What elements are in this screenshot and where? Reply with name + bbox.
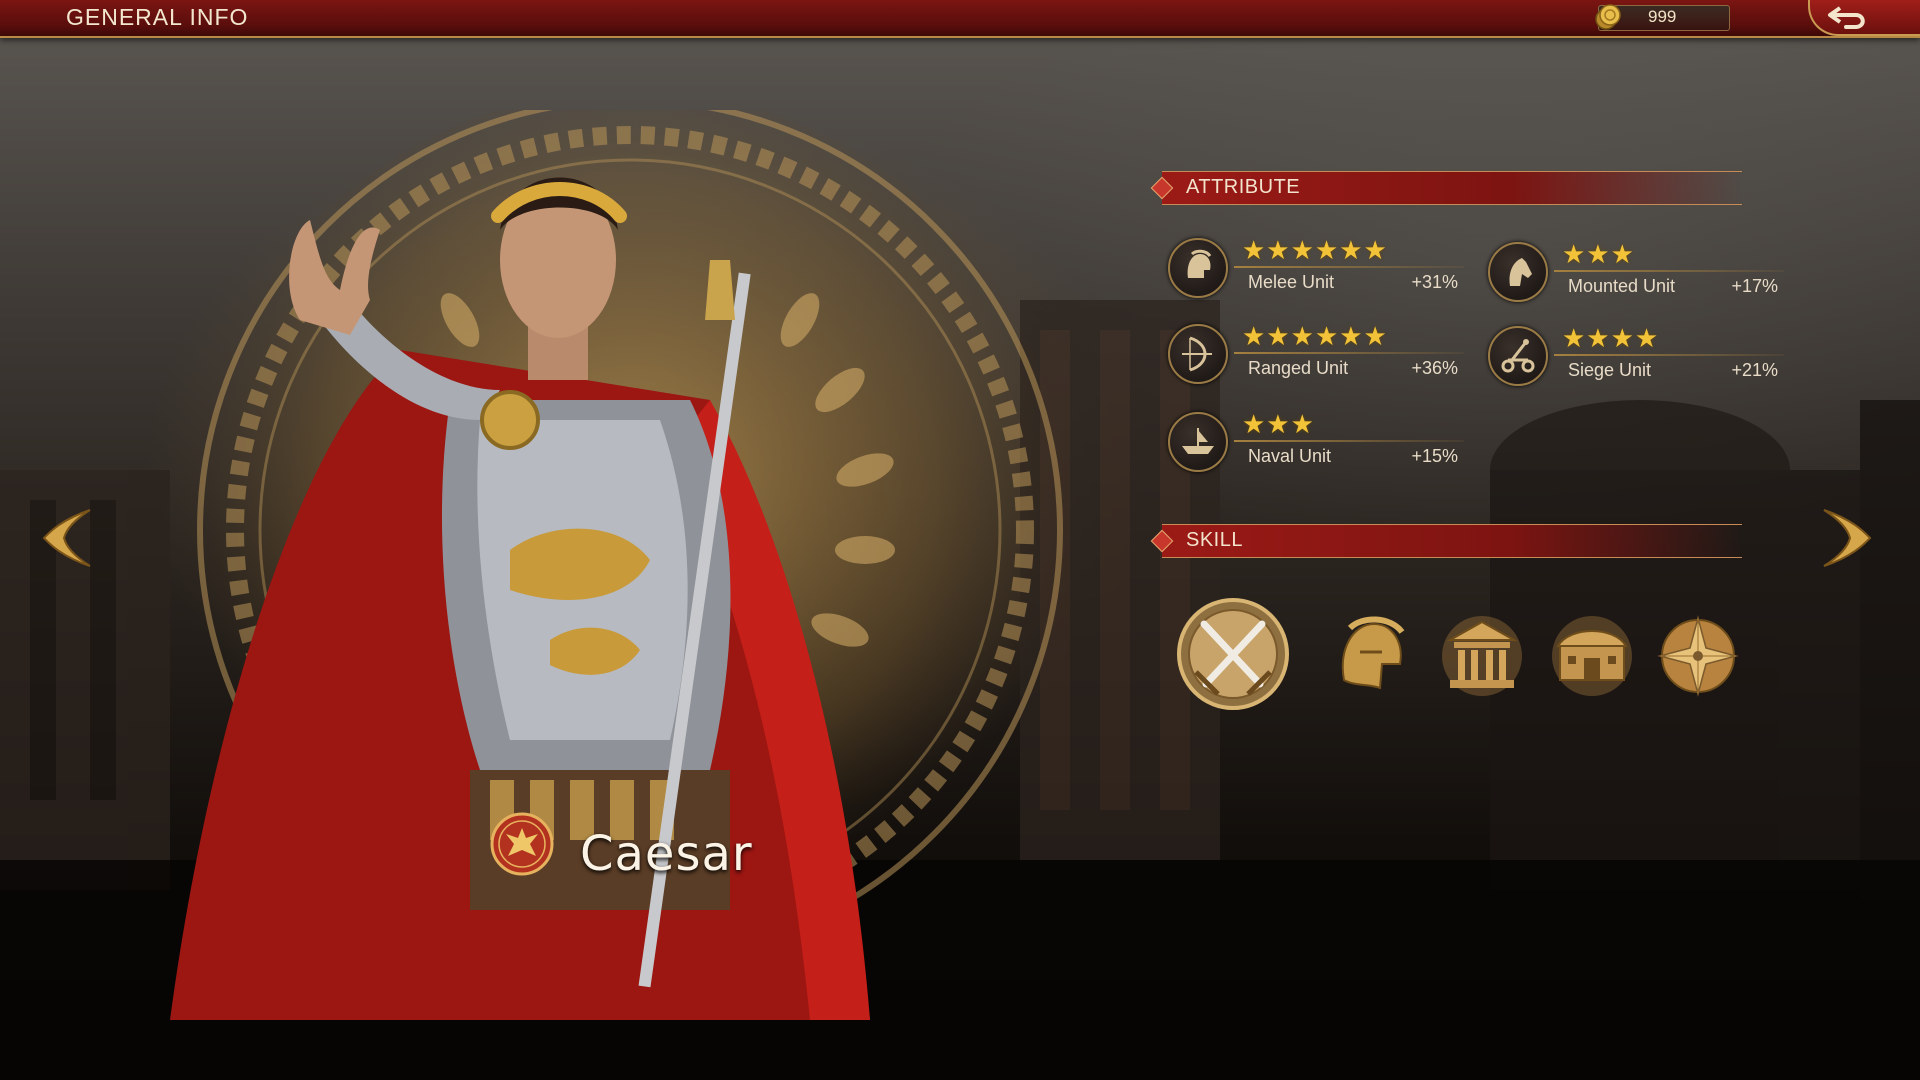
horse-head-icon [1488,242,1548,302]
divider [1234,352,1464,354]
temple-icon[interactable] [1440,614,1524,698]
star-rating: ★★★★★★ [1242,322,1388,352]
star-rating: ★★★ [1242,410,1315,440]
attribute-label: Melee Unit [1248,272,1335,292]
caesar-portrait [170,177,870,1020]
attribute-row-naval: ★★★ Naval Unit +15% [1168,406,1468,474]
skill-helmet[interactable] [1330,614,1412,698]
skill-compass[interactable] [1656,614,1740,698]
spartan-helmet-icon [1168,238,1228,298]
hero-name: Caesar [580,826,753,882]
attribute-bonus: +21% [1731,360,1778,380]
skill-title: SKILL [1186,529,1243,551]
attribute-bonus: +36% [1411,358,1458,378]
return-arrow-icon[interactable] [1826,2,1870,32]
attribute-header: ATTRIBUTE [1150,171,1742,205]
attribute-row-melee: ★★★★★★ Melee Unit +31% [1168,232,1468,300]
currency-value: 999 [1648,7,1677,26]
page-title: GENERAL INFO [66,4,249,30]
skill-treasury[interactable] [1550,614,1634,698]
treasury-building-icon[interactable] [1550,614,1634,698]
chevron-right-icon[interactable] [1818,506,1874,570]
compass-star-icon[interactable] [1656,614,1740,698]
attribute-bonus: +31% [1411,272,1458,292]
helmet-icon[interactable] [1330,614,1412,698]
roman-eagle-emblem-icon [490,812,554,876]
attribute-row-siege: ★★★★ Siege Unit +21% [1488,320,1788,388]
divider [1554,270,1784,272]
bow-icon [1168,324,1228,384]
attribute-row-mounted: ★★★ Mounted Unit +17% [1488,236,1788,304]
skill-header: SKILL [1150,524,1742,558]
galley-ship-icon [1168,412,1228,472]
catapult-icon [1488,326,1548,386]
divider [1234,440,1464,442]
star-rating: ★★★★ [1562,324,1660,354]
attribute-bonus: +15% [1411,446,1458,466]
star-rating: ★★★ [1562,240,1635,270]
attribute-title: ATTRIBUTE [1186,176,1301,198]
attribute-label: Siege Unit [1568,360,1652,380]
chevron-left-icon[interactable] [40,506,96,570]
divider [1554,354,1784,356]
attribute-bonus: +17% [1731,276,1778,296]
crossed-swords-icon[interactable] [1168,596,1298,712]
gold-coin-icon [1595,4,1621,30]
attribute-row-ranged: ★★★★★★ Ranged Unit +36% [1168,318,1468,386]
attribute-label: Mounted Unit [1568,276,1676,296]
skill-crossed-swords[interactable] [1168,596,1298,712]
skill-temple[interactable] [1440,614,1524,698]
star-rating: ★★★★★★ [1242,236,1388,266]
attribute-label: Ranged Unit [1248,358,1349,378]
attribute-label: Naval Unit [1248,446,1332,466]
divider [1234,266,1464,268]
